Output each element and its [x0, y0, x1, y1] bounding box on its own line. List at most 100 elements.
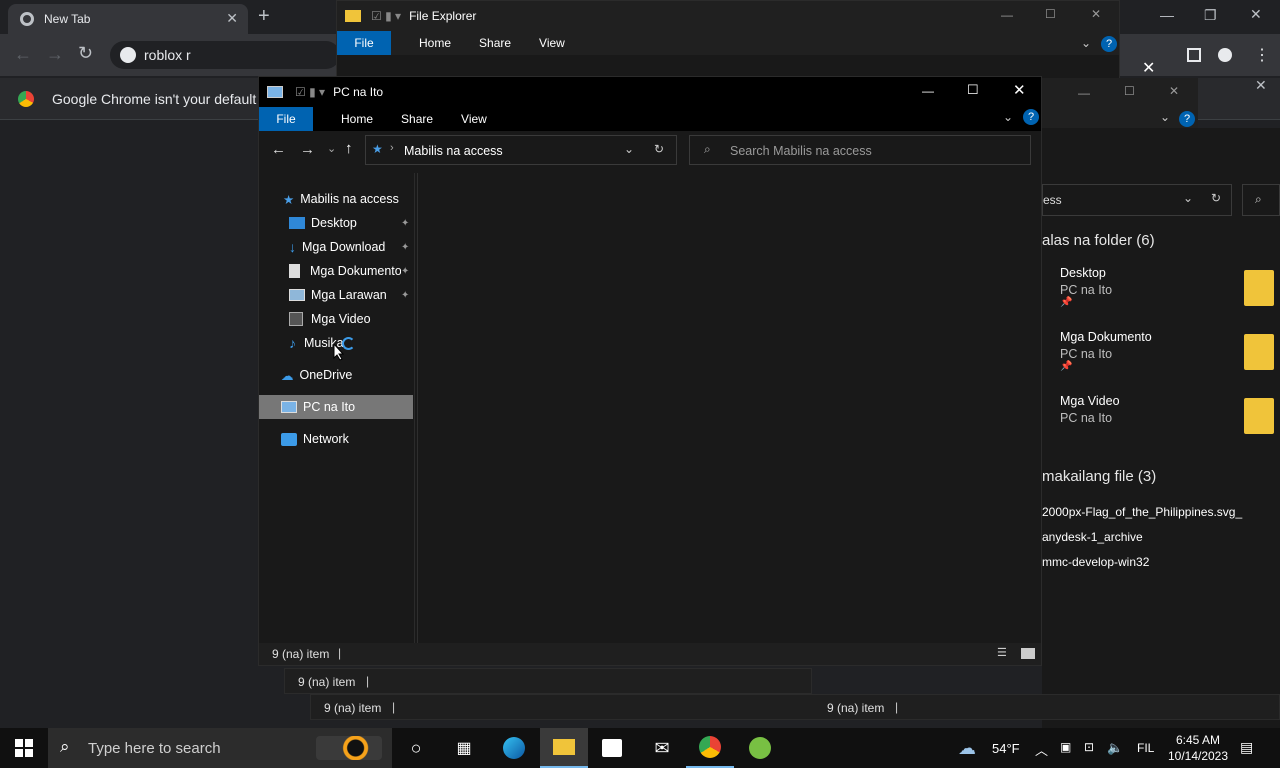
mail-icon[interactable]: ✉ — [638, 728, 686, 768]
section-files-header[interactable]: makailang file (3) — [1042, 468, 1156, 485]
task-view-icon[interactable]: ▦ — [440, 728, 488, 768]
mid-ribbon-expand-icon[interactable]: ⌄ — [1160, 110, 1170, 124]
ribbon-expand-icon[interactable]: ⌄ — [1003, 110, 1013, 124]
close-icon[interactable]: ✕ — [1013, 81, 1026, 99]
clock-date: 10/14/2023 — [1167, 749, 1229, 763]
back-maximize-icon[interactable]: ☐ — [1045, 7, 1056, 21]
nav-documents[interactable]: Mga Dokumento ✦ — [289, 259, 415, 283]
quick-toolbar-icon[interactable]: ☑ ▮ ▾ — [371, 9, 401, 23]
tray-expand-icon[interactable]: ︿ — [1035, 740, 1048, 759]
recent-locations-icon[interactable]: ⌄ — [327, 142, 336, 155]
chrome-restore-icon[interactable]: ❐ — [1204, 7, 1217, 24]
nav-downloads[interactable]: ↓ Mga Download ✦ — [289, 235, 415, 259]
section-folders-header[interactable]: alas na folder (6) — [1042, 232, 1155, 249]
new-tab-button[interactable]: + — [258, 5, 270, 28]
nav-network[interactable]: Network — [281, 427, 349, 451]
help-icon[interactable]: ? — [1023, 109, 1039, 125]
folder-desktop[interactable]: Desktop PC na Ito 📌 — [1060, 266, 1112, 308]
quick-access-toolbar[interactable]: ☑ ▮ ▾ — [295, 85, 325, 99]
chrome-tab[interactable]: New Tab ✕ — [8, 4, 248, 34]
file-tab[interactable]: File — [259, 107, 313, 131]
large-icons-view-icon[interactable] — [1021, 648, 1035, 659]
downloads-folder-icon[interactable] — [1244, 270, 1274, 306]
nav-this-pc[interactable]: PC na Ito — [259, 395, 413, 419]
volume-icon[interactable]: 🔈 — [1107, 740, 1123, 756]
menu-icon[interactable]: ⋮ — [1254, 45, 1270, 65]
nav-desktop[interactable]: Desktop ✦ — [289, 211, 415, 235]
pin-icon[interactable]: ✦ — [401, 218, 409, 229]
mid-maximize-icon[interactable]: ☐ — [1124, 84, 1135, 98]
back-address-bar[interactable]: ess ⌄ ↻ — [1042, 184, 1232, 216]
refresh-icon[interactable]: ↻ — [654, 142, 664, 156]
recent-file[interactable]: 2000px-Flag_of_the_Philippines.svg_ — [1042, 505, 1242, 519]
back-refresh-icon[interactable]: ↻ — [1211, 191, 1221, 205]
profile-icon[interactable] — [1218, 48, 1232, 62]
edge-icon[interactable] — [490, 728, 538, 768]
back-arrow-icon[interactable]: ← — [271, 141, 286, 158]
recent-file[interactable]: anydesk-1_archive — [1042, 530, 1143, 544]
mid-minimize-icon[interactable]: — — [1078, 86, 1090, 100]
pin-icon[interactable]: ✦ — [401, 242, 409, 253]
back-ribbon-expand-icon[interactable]: ⌄ — [1081, 36, 1091, 50]
clock[interactable]: 6:45 AM 10/14/2023 — [1160, 732, 1236, 764]
folder-video[interactable]: Mga Video PC na Ito — [1060, 394, 1120, 425]
back-help-icon[interactable]: ? — [1101, 36, 1117, 52]
reload-icon[interactable]: ↻ — [78, 43, 93, 64]
pictures-folder-icon[interactable] — [1244, 334, 1274, 370]
recent-file[interactable]: mmc-develop-win32 — [1042, 555, 1149, 569]
windows-start-icon[interactable] — [0, 728, 48, 768]
back-share-tab[interactable]: Share — [479, 36, 511, 50]
minimize-icon[interactable]: — — [922, 84, 934, 98]
forward-icon[interactable]: → — [46, 44, 64, 65]
file-explorer-taskbar-icon[interactable] — [540, 728, 588, 768]
chrome-taskbar-icon[interactable] — [686, 728, 734, 768]
share-tab[interactable]: Share — [401, 112, 433, 126]
clear-icon[interactable]: ✕ — [1142, 58, 1155, 78]
music-folder-icon[interactable] — [1244, 398, 1274, 434]
address-bar[interactable]: ★ › Mabilis na access ⌄ ↻ — [365, 135, 677, 165]
address-dropdown-icon[interactable]: ⌄ — [624, 142, 634, 156]
back-view-tab[interactable]: View — [539, 36, 565, 50]
nav-pictures[interactable]: Mga Larawan ✦ — [289, 283, 415, 307]
pin-icon[interactable]: ✦ — [401, 290, 409, 301]
close-tab-icon[interactable]: ✕ — [226, 10, 238, 27]
mid-close-icon[interactable]: ✕ — [1169, 84, 1179, 98]
up-arrow-icon[interactable]: ↑ — [345, 140, 353, 157]
omnibox[interactable]: roblox r — [110, 41, 340, 69]
home-tab[interactable]: Home — [341, 112, 373, 126]
nav-quick-access[interactable]: ★ Mabilis na access — [283, 187, 399, 211]
weather-icon[interactable]: ☁ — [958, 738, 976, 759]
utorrent-icon[interactable] — [736, 728, 784, 768]
back-address-dropdown-icon[interactable]: ⌄ — [1183, 191, 1193, 205]
network-tray-icon[interactable]: ⊡ — [1084, 740, 1094, 754]
back-icon[interactable]: ← — [14, 44, 32, 65]
side-panel-icon[interactable] — [1187, 48, 1201, 62]
back-home-tab[interactable]: Home — [419, 36, 451, 50]
nav-videos[interactable]: Mga Video — [289, 307, 371, 331]
store-icon[interactable] — [588, 728, 636, 768]
meet-icon[interactable]: ▣ — [1060, 740, 1071, 754]
back-close-icon[interactable]: ✕ — [1091, 7, 1101, 21]
back-minimize-icon[interactable]: — — [1001, 8, 1013, 22]
pin-icon[interactable]: ✦ — [401, 265, 410, 277]
forward-arrow-icon[interactable]: → — [300, 141, 315, 158]
content-pane[interactable] — [417, 173, 1041, 645]
mid-help-icon[interactable]: ? — [1179, 111, 1195, 127]
infobar-close-icon[interactable]: ✕ — [1255, 77, 1267, 94]
search-box[interactable]: ⌕ Search Mabilis na access — [689, 135, 1031, 165]
titlebar: ☑ ▮ ▾ PC na Ito — ☐ ✕ — [259, 77, 1041, 107]
back-search-box[interactable]: ⌕ — [1242, 184, 1280, 216]
taskbar-search[interactable]: ⌕ Type here to search — [48, 728, 392, 768]
chrome-minimize-icon[interactable]: — — [1160, 7, 1174, 23]
maximize-icon[interactable]: ☐ — [967, 82, 979, 98]
folder-dokumento[interactable]: Mga Dokumento PC na Ito 📌 — [1060, 330, 1152, 372]
notification-icon[interactable]: ▤ — [1240, 739, 1253, 756]
chrome-close-icon[interactable]: ✕ — [1250, 6, 1262, 23]
nav-onedrive[interactable]: ☁ OneDrive — [281, 363, 352, 387]
language-indicator[interactable]: FIL — [1137, 741, 1154, 755]
view-tab[interactable]: View — [461, 112, 487, 126]
back-file-tab[interactable]: File — [337, 31, 391, 55]
cortana-icon[interactable]: ○ — [392, 728, 440, 768]
weather-temp[interactable]: 54°F — [992, 741, 1020, 756]
details-view-icon[interactable]: ☰ — [997, 646, 1007, 659]
